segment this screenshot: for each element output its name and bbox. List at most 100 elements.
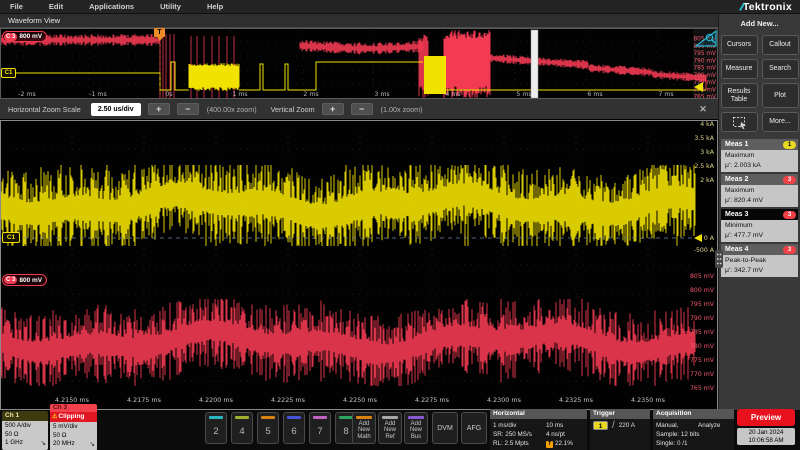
- ch1-zero-marker[interactable]: C1: [2, 232, 20, 243]
- ch3-y-label: 805 mV: [690, 273, 715, 280]
- channel-color-stripe: [313, 416, 327, 419]
- zoom-scale-bar: Horizontal Zoom Scale 2.50 us/div + − (4…: [0, 99, 718, 120]
- measurement-card-2[interactable]: Meas 23 Maximumμ': 820.4 mV: [721, 174, 798, 207]
- overview-x-tick: 3 ms: [374, 91, 389, 98]
- measure-button[interactable]: Measure: [721, 59, 758, 79]
- overview-x-tick: 7 ms: [658, 91, 673, 98]
- menu-utility[interactable]: Utility: [160, 2, 181, 11]
- measurement-card-1[interactable]: Meas 11 Maximumμ': 2.003 kA: [721, 139, 798, 172]
- zoom-x-tick: 4.2200 ms: [199, 396, 234, 404]
- zoom-x-tick: 4.2275 ms: [415, 396, 450, 404]
- dvm-button[interactable]: DVM: [432, 412, 458, 444]
- app-window: File Edit Applications Utility Help Tekt…: [0, 0, 800, 450]
- acq-analyze: Analyze: [698, 421, 720, 430]
- more-button[interactable]: More...: [762, 112, 799, 132]
- meas-value: μ': 2.003 kA: [725, 161, 798, 171]
- overview-x-tick: 0s: [165, 91, 172, 98]
- time: 10:06:58 AM: [748, 437, 783, 445]
- v-zoom-minus-button[interactable]: −: [351, 103, 373, 115]
- settings-bar: Ch 1 500 A/div 50 Ω 1 GHz ↘ Ch 3 ⚠Clippi…: [0, 410, 800, 450]
- ch1-y-label: 2.5 kA: [694, 163, 714, 170]
- channel-5-button[interactable]: 5: [257, 412, 279, 444]
- record-length: RL: 2.5 Mpts: [493, 439, 546, 448]
- ch3-termination: 50 Ω: [53, 432, 95, 441]
- ch3-chip: C 3: [4, 33, 17, 41]
- channel-7-button[interactable]: 7: [309, 412, 331, 444]
- ch1-y-label: 3.5 kA: [694, 135, 714, 142]
- ch3-y-label: 765 mV: [690, 385, 715, 392]
- channel-2-button[interactable]: 2: [205, 412, 227, 444]
- draw-a-box-button[interactable]: [721, 112, 758, 132]
- preview-button[interactable]: Preview: [737, 409, 795, 426]
- menu-applications[interactable]: Applications: [89, 2, 134, 11]
- add-new-math-button[interactable]: AddNewMath: [352, 412, 376, 444]
- overview-x-tick: 1 ms: [232, 91, 247, 98]
- bus-color-stripe: [408, 416, 424, 419]
- menu-edit[interactable]: Edit: [49, 2, 63, 11]
- ch1-overview-trace: [189, 63, 239, 91]
- v-zoom-plus-button[interactable]: +: [322, 103, 344, 115]
- horizontal-zoom-scale-input[interactable]: 2.50 us/div: [91, 103, 141, 116]
- vertical-zoom-label: Vertical Zoom: [271, 105, 315, 114]
- results-table-button[interactable]: Results Table: [721, 83, 758, 108]
- add-new-ref-button[interactable]: AddNewRef: [378, 412, 402, 444]
- afg-button[interactable]: AFG: [461, 412, 487, 444]
- plot-button[interactable]: Plot: [762, 83, 799, 108]
- ch1-overview-badge[interactable]: C1: [1, 68, 16, 78]
- clipping-warning: ⚠Clipping: [50, 412, 97, 422]
- ch1-y-label: 3 kA: [700, 149, 714, 156]
- acquisition-title: Acquisition: [653, 409, 734, 419]
- channel-4-button[interactable]: 4: [231, 412, 253, 444]
- h-zoom-minus-button[interactable]: −: [177, 103, 199, 115]
- trigger-slope-icon: /: [612, 421, 615, 430]
- measurement-card-3[interactable]: Meas 33 Minimumμ': 477.7 mV: [721, 209, 798, 242]
- menu-file[interactable]: File: [10, 2, 23, 11]
- math-color-stripe: [356, 416, 372, 419]
- zoom-x-tick: 4.2350 ms: [631, 396, 666, 404]
- waveform-overview[interactable]: -2 ms-1 ms0s1 ms2 ms3 ms4 ms5 ms6 ms7 ms…: [0, 28, 718, 99]
- source-badge: 3: [783, 211, 796, 219]
- warning-icon: ⚠: [52, 414, 57, 420]
- expand-arrow-icon: ↘: [90, 441, 95, 450]
- channel-6-button[interactable]: 6: [283, 412, 305, 444]
- ch1-title: Ch 1: [2, 411, 48, 421]
- ch1-level-arrow[interactable]: [694, 82, 703, 92]
- acq-sample: Sample: 12 bits: [656, 430, 731, 439]
- ch3-marker[interactable]: C 3 800 mV: [2, 274, 47, 286]
- overview-close-button[interactable]: ✕: [696, 102, 710, 116]
- trigger-position-flag[interactable]: T: [154, 28, 165, 37]
- zoom-box-icon[interactable]: [695, 29, 718, 48]
- cursors-button[interactable]: Cursors: [721, 35, 758, 55]
- source-badge: 3: [783, 176, 796, 184]
- search-button[interactable]: Search: [762, 59, 799, 79]
- ch3-settings-badge[interactable]: Ch 3 ⚠Clipping 5 mV/div 50 Ω 20 MHz ↘: [50, 404, 97, 450]
- overview-y-label: 790 mV: [693, 58, 716, 64]
- callout-button[interactable]: Callout: [762, 35, 799, 55]
- channel-color-stripe: [339, 416, 353, 419]
- add-new-bus-button[interactable]: AddNewBus: [404, 412, 428, 444]
- meas-name: Meas 1: [725, 141, 748, 148]
- measurement-card-4[interactable]: Meas 43 Peak-to-Peakμ': 342.7 mV: [721, 244, 798, 277]
- overview-y-label: 785 mV: [693, 66, 716, 72]
- add-new-button-grid: Cursors Callout Measure Search Results T…: [719, 35, 800, 132]
- meas-value: μ': 477.7 mV: [725, 231, 798, 241]
- waveform-zoom-view[interactable]: 4 kA3.5 kA3 kA2.5 kA2 kA0 A-500 A805 mV8…: [0, 120, 718, 410]
- menu-help[interactable]: Help: [207, 2, 223, 11]
- sidebar-drag-handle[interactable]: [715, 250, 723, 268]
- waveform-view-title: Waveform View: [8, 16, 60, 25]
- horizontal-title: Horizontal: [490, 409, 587, 419]
- trigger-position: T22.1%: [546, 439, 573, 448]
- zoom-x-tick: 4.2225 ms: [271, 396, 306, 404]
- date: 20 Jan 2024: [749, 429, 784, 437]
- ch1-settings-badge[interactable]: Ch 1 500 A/div 50 Ω 1 GHz ↘: [2, 411, 48, 450]
- trigger-settings-panel[interactable]: Trigger 1 / 220 A: [590, 409, 650, 450]
- zoom-x-tick: 4.2300 ms: [487, 396, 522, 404]
- ch1-overview-burst: [424, 56, 446, 94]
- ch1-y-label: -500 A: [694, 247, 715, 254]
- ch1-termination: 50 Ω: [5, 431, 46, 440]
- ch3-overview-badge[interactable]: C 3 800 mV: [2, 31, 47, 42]
- acquisition-settings-panel[interactable]: Acquisition Manual,Analyze Sample: 12 bi…: [653, 409, 734, 450]
- h-zoom-plus-button[interactable]: +: [148, 103, 170, 115]
- horizontal-settings-panel[interactable]: Horizontal 1 ms/div10 ms SR: 250 MS/s4 n…: [490, 409, 587, 450]
- horizontal-zoom-scale-label: Horizontal Zoom Scale: [8, 105, 81, 114]
